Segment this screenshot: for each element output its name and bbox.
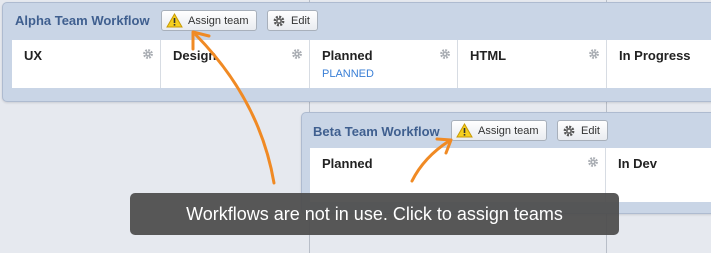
warning-icon (456, 123, 473, 138)
state-name: In Dev (618, 156, 658, 171)
state-name: Planned (322, 156, 373, 171)
alpha-assign-team-button[interactable]: Assign team (161, 10, 257, 31)
state-name: UX (24, 48, 43, 63)
workflow-state-card[interactable]: In Dev (606, 148, 711, 202)
edit-label: Edit (291, 14, 310, 27)
gear-icon[interactable] (439, 47, 451, 59)
assign-team-label: Assign team (478, 124, 539, 137)
gear-icon[interactable] (587, 155, 599, 167)
workflow-state-card[interactable]: HTML (458, 40, 607, 88)
gear-icon[interactable] (588, 47, 600, 59)
state-name: HTML (470, 48, 507, 63)
workflow-state-card[interactable]: Design (161, 40, 310, 88)
workflow-state-card[interactable]: In Progress (607, 40, 711, 88)
alpha-edit-button[interactable]: Edit (267, 10, 318, 31)
gear-icon[interactable] (142, 47, 154, 59)
state-name: Design (173, 48, 217, 63)
gear-icon (562, 124, 576, 138)
beta-assign-team-button[interactable]: Assign team (451, 120, 547, 141)
state-status-label: PLANNED (322, 68, 374, 80)
beta-edit-button[interactable]: Edit (557, 120, 608, 141)
workflow-state-card[interactable]: UX (12, 40, 161, 88)
edit-label: Edit (581, 124, 600, 137)
warning-icon (166, 13, 183, 28)
state-name: In Progress (619, 48, 691, 63)
assign-team-label: Assign team (188, 14, 249, 27)
assign-teams-tooltip: Workflows are not in use. Click to assig… (130, 193, 619, 235)
alpha-workflow-title: Alpha Team Workflow (15, 13, 150, 28)
gear-icon (272, 14, 286, 28)
beta-workflow-title: Beta Team Workflow (313, 124, 440, 139)
workflow-state-card[interactable]: Planned PLANNED (310, 40, 458, 88)
gear-icon[interactable] (291, 47, 303, 59)
state-name: Planned (322, 48, 373, 63)
alpha-states-row: UX Design Planned PLANNED HTML In Progre… (12, 40, 711, 88)
